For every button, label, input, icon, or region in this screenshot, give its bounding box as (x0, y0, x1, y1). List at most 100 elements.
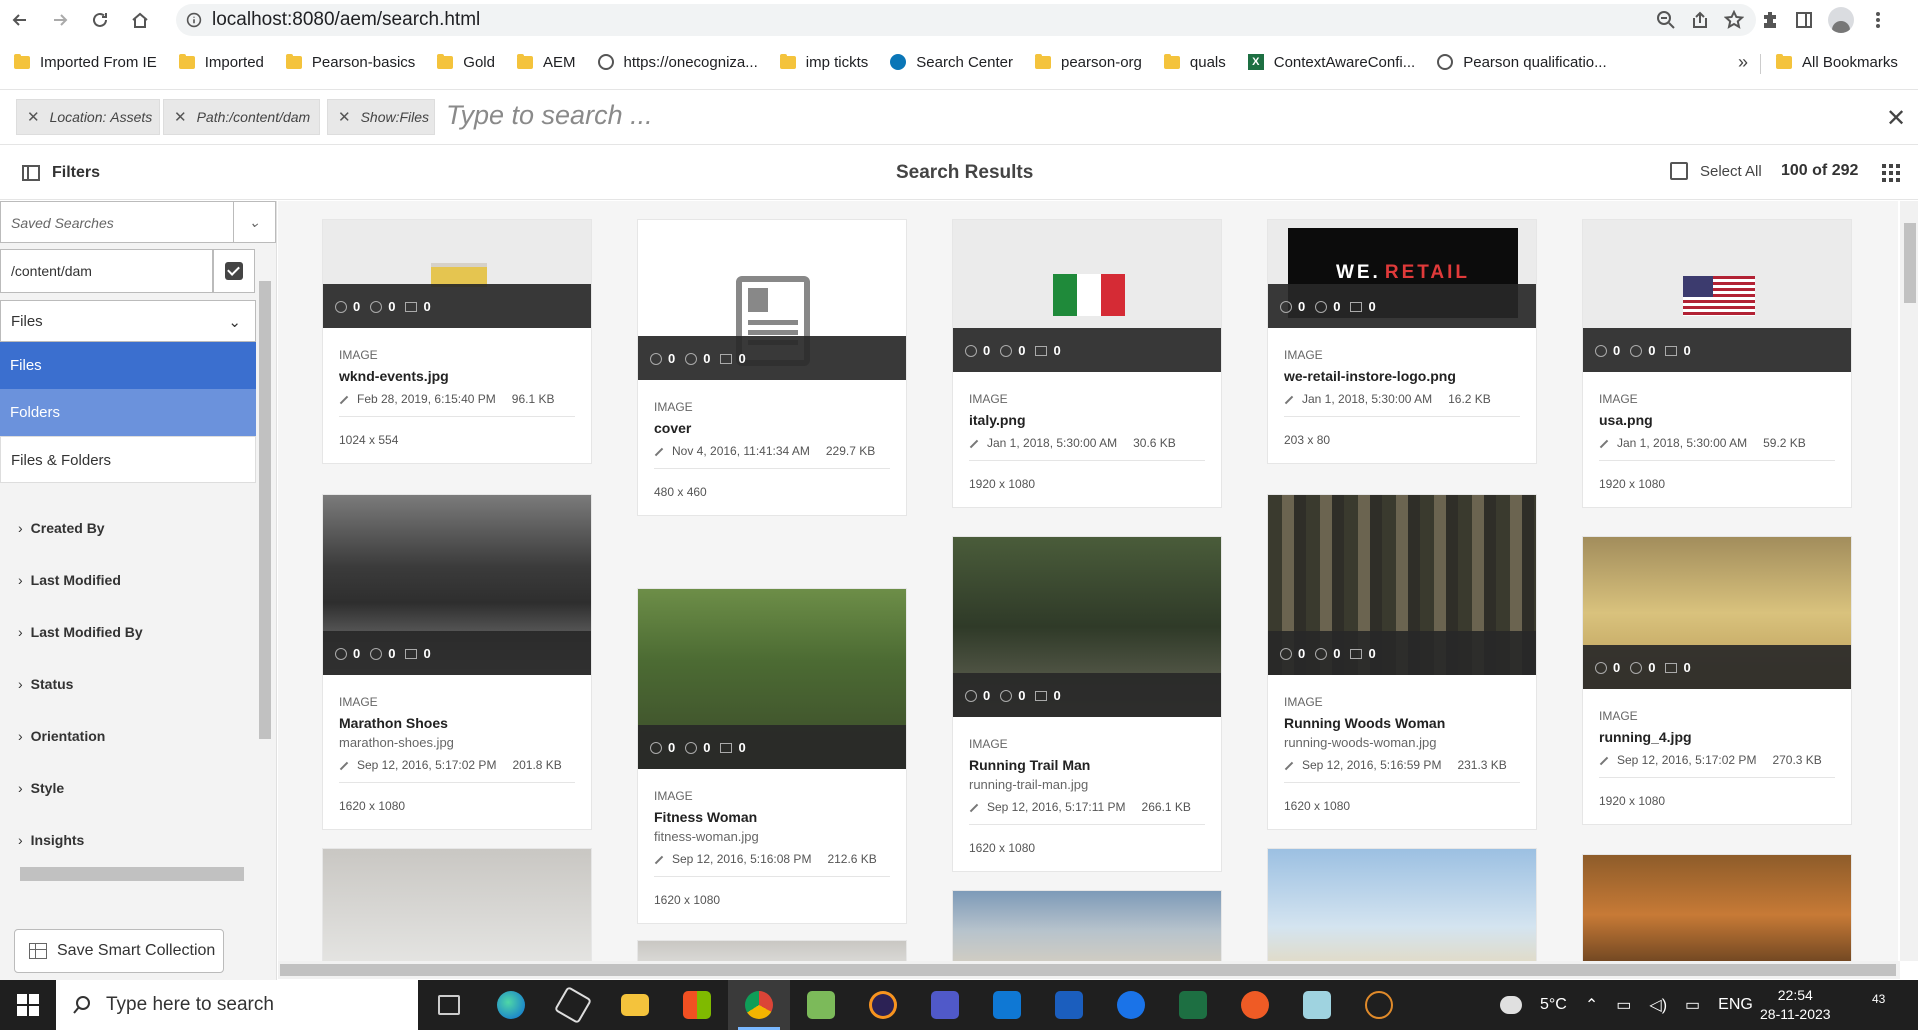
results-scrollbar[interactable] (1900, 201, 1918, 961)
all-bookmarks-button[interactable]: All Bookmarks (1776, 53, 1898, 71)
saved-searches-select[interactable]: Saved Searches ⌄ (0, 201, 276, 243)
chrome-icon[interactable] (728, 980, 790, 1030)
excel-icon[interactable] (1162, 980, 1224, 1030)
file-explorer-icon[interactable] (604, 980, 666, 1030)
search-chip-show[interactable]: ✕ Show: Files (327, 99, 435, 135)
view-switcher-icon[interactable] (1882, 164, 1900, 182)
close-icon[interactable]: ✕ (338, 108, 351, 126)
bookmark-item[interactable]: imp tickts (779, 53, 868, 71)
path-field[interactable]: /content/dam (0, 249, 213, 293)
facet-last-modified[interactable]: Last Modified (18, 572, 121, 588)
network-icon[interactable]: ▭ (1616, 995, 1631, 1015)
address-bar[interactable]: localhost:8080/aem/search.html (176, 4, 1756, 36)
store-icon[interactable] (666, 980, 728, 1030)
bookmark-item[interactable]: Search Center (890, 54, 1013, 71)
facet-status[interactable]: Status (18, 676, 74, 692)
close-search-icon[interactable]: ✕ (1886, 104, 1906, 133)
bookmarks-more-button[interactable]: » (1738, 52, 1748, 73)
star-icon[interactable] (1724, 10, 1744, 30)
sidebar-scrollbar[interactable] (258, 271, 272, 921)
taskbar-search[interactable]: Type here to search (56, 980, 418, 1030)
outlook-icon[interactable] (976, 980, 1038, 1030)
windows-start-icon[interactable] (0, 980, 56, 1030)
asset-card[interactable]: 0 0 0 IMAGE Running Trail Man running-trai… (952, 536, 1222, 872)
select-all-button[interactable]: Select All (1670, 162, 1762, 180)
close-icon[interactable]: ✕ (174, 108, 187, 126)
bookmark-item[interactable]: Imported (178, 53, 264, 71)
circle-app-icon[interactable] (1348, 980, 1410, 1030)
asset-card[interactable]: 0 0 0 IMAGE italy.png Jan 1, 2018, 5:30:00… (952, 219, 1222, 508)
asset-card[interactable]: 0 0 0 IMAGE running_4.jpg Sep 12, 2016, 5:… (1582, 536, 1852, 825)
bookmark-item[interactable]: https://onecogniza... (597, 54, 758, 71)
share-icon[interactable] (1690, 10, 1710, 30)
zoom-icon[interactable] (1656, 10, 1676, 30)
site-info-icon[interactable] (176, 12, 212, 28)
asset-card[interactable]: 0 0 0 IMAGE Marathon Shoes marathon-shoes.… (322, 494, 592, 830)
clock[interactable]: 22:54 28-11-2023 (1760, 986, 1831, 1024)
bookmark-item[interactable]: Pearson qualificatio... (1437, 54, 1607, 71)
battery-icon[interactable]: ▭ (1685, 995, 1700, 1015)
facet-style[interactable]: Style (18, 780, 64, 796)
type-option-files-folders[interactable]: Files & Folders (0, 436, 256, 483)
results-hscrollbar[interactable] (278, 961, 1900, 979)
bookmark-item[interactable]: Pearson-basics (285, 53, 415, 71)
side-panel-icon[interactable] (1794, 10, 1814, 30)
notifications-icon[interactable]: 43 (1872, 992, 1885, 1006)
facet-orientation[interactable]: Orientation (18, 728, 106, 744)
type-select[interactable]: Files ⌄ (0, 300, 256, 342)
extensions-icon[interactable] (1760, 10, 1780, 30)
notepad-plus-icon[interactable] (790, 980, 852, 1030)
facet-created-by[interactable]: Created By (18, 520, 105, 536)
eclipse-icon[interactable] (852, 980, 914, 1030)
search-chip-path[interactable]: ✕ Path:/content/dam (163, 99, 320, 135)
asset-card[interactable] (322, 848, 592, 961)
menu-dots-icon[interactable] (1868, 10, 1888, 30)
path-checkbox[interactable] (213, 249, 255, 293)
chevron-down-icon[interactable]: ⌄ (233, 202, 275, 242)
word-icon[interactable] (1038, 980, 1100, 1030)
bookmark-item[interactable]: Imported From IE (14, 53, 157, 71)
asset-card[interactable] (1267, 848, 1537, 961)
bookmark-item[interactable]: X ContextAwareConfi... (1247, 54, 1415, 71)
back-arrow-icon[interactable] (0, 0, 40, 40)
type-option-files[interactable]: Files (0, 342, 256, 389)
home-icon[interactable] (120, 0, 160, 40)
filters-toggle[interactable]: Filters (22, 164, 100, 182)
weather-icon[interactable] (1500, 996, 1522, 1014)
close-icon[interactable]: ✕ (27, 108, 40, 126)
asset-card[interactable]: 0 0 0 IMAGE cover Nov 4, 2016, 11:41:34 AM… (637, 219, 907, 516)
facet-last-modified-by[interactable]: Last Modified By (18, 624, 143, 640)
bookmark-item[interactable]: pearson-org (1035, 53, 1142, 71)
asset-card[interactable]: WE. RETAIL 0 0 0 IMAGE we-retail-instore-lo… (1267, 219, 1537, 464)
temperature[interactable]: 5°C (1540, 996, 1567, 1014)
search-chip-location[interactable]: ✕ Location: Assets (16, 99, 160, 135)
forward-arrow-icon[interactable] (40, 0, 80, 40)
asset-card[interactable]: 0 0 0 IMAGE wknd-events.jpg Feb 28, 2019, … (322, 219, 592, 464)
asset-card[interactable] (952, 890, 1222, 961)
volume-icon[interactable]: ◁) (1649, 995, 1667, 1015)
save-smart-collection-button[interactable]: Save Smart Collection (14, 929, 224, 973)
maps-icon[interactable] (1100, 980, 1162, 1030)
sticky-app-icon[interactable] (1286, 980, 1348, 1030)
chevron-up-icon[interactable]: ⌃ (1585, 995, 1598, 1015)
asset-card[interactable] (637, 940, 907, 961)
asset-card[interactable]: 0 0 0 IMAGE Fitness Woman fitness-woman.jp… (637, 588, 907, 924)
bookmark-item[interactable]: quals (1163, 53, 1226, 71)
bookmark-item[interactable]: AEM (516, 53, 576, 71)
reload-icon[interactable] (80, 0, 120, 40)
type-option-folders[interactable]: Folders (0, 389, 256, 436)
language-indicator[interactable]: ENG (1718, 996, 1753, 1014)
postman-icon[interactable] (1224, 980, 1286, 1030)
teams-icon[interactable] (914, 980, 976, 1030)
bookmark-item[interactable]: Gold (437, 53, 495, 71)
task-view-icon[interactable] (418, 980, 480, 1030)
asset-card[interactable]: 0 0 0 IMAGE usa.png Jan 1, 2018, 5:30:00 A… (1582, 219, 1852, 508)
search-input[interactable]: Type to search ... (446, 100, 653, 131)
edge-icon[interactable] (480, 980, 542, 1030)
facet-insights[interactable]: Insights (18, 832, 85, 848)
sidebar-hscrollbar[interactable] (10, 865, 250, 881)
asset-card[interactable]: 0 0 0 IMAGE Running Woods Woman running-wo… (1267, 494, 1537, 830)
asset-card[interactable] (1582, 854, 1852, 961)
profile-avatar[interactable] (1828, 7, 1854, 33)
cube-app-icon[interactable] (542, 980, 604, 1030)
